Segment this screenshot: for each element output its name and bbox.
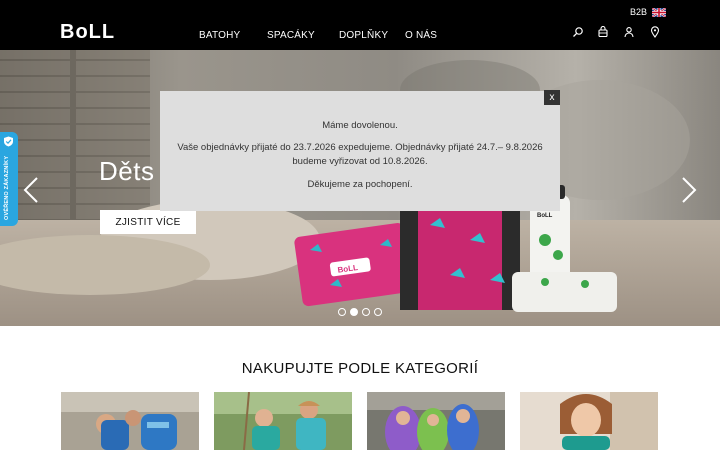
category-card-hiking[interactable] [61,392,199,450]
nav-doplnky[interactable]: DOPLŇKY [339,30,388,41]
category-card-sleeping-bags[interactable] [367,392,505,450]
category-card-school[interactable] [214,392,352,450]
modal-thanks: Děkujeme za pochopení. [307,179,413,190]
learn-more-button[interactable]: ZJISTIT VÍCE [100,210,196,234]
slider-dot[interactable] [362,308,370,316]
category-card-kids[interactable] [520,392,658,450]
slider-dot[interactable] [338,308,346,316]
nav-o-nas[interactable]: O NÁS [405,30,437,41]
location-icon[interactable] [649,26,661,38]
nav-spacaky[interactable]: SPACÁKY [267,30,315,41]
svg-text:BoLL: BoLL [537,213,553,219]
site-header: BoLL BATOHY SPACÁKY DOPLŇKY O NÁS B2B [0,0,720,50]
verified-tab-label: OVĚŘENO ZÁKAZNÍKY [4,155,10,220]
basket-icon[interactable] [597,26,609,38]
search-icon[interactable] [572,26,584,38]
next-slide-arrow-icon[interactable] [680,176,698,204]
categories-heading: NAKUPUJTE PODLE KATEGORIÍ [241,360,479,377]
svg-text:BoLL: BoLL [60,22,115,40]
vacation-notice-modal: x Máme dovolenou. Vaše objednávky přijat… [160,90,560,211]
nav-batohy[interactable]: BATOHY [199,30,240,41]
shield-check-icon [4,136,13,147]
close-icon[interactable]: x [544,90,560,105]
modal-heading: Máme dovolenou. [322,120,398,131]
hero-title: Děts [99,156,155,186]
prev-slide-arrow-icon[interactable] [22,176,40,204]
user-icon[interactable] [623,26,635,38]
uk-flag-icon[interactable] [652,8,666,17]
modal-message: Vaše objednávky přijaté do 23.7.2026 exp… [177,142,543,167]
slider-dot[interactable] [374,308,382,316]
verified-by-customers-tab[interactable]: OVĚŘENO ZÁKAZNÍKY [0,132,18,226]
page: BoLL BATOHY SPACÁKY DOPLŇKY O NÁS B2B Bo… [0,0,720,450]
slider-dot-active[interactable] [350,308,358,316]
boll-logo[interactable]: BoLL [60,22,152,40]
b2b-link[interactable]: B2B [630,7,647,17]
slider-dots [338,308,382,316]
